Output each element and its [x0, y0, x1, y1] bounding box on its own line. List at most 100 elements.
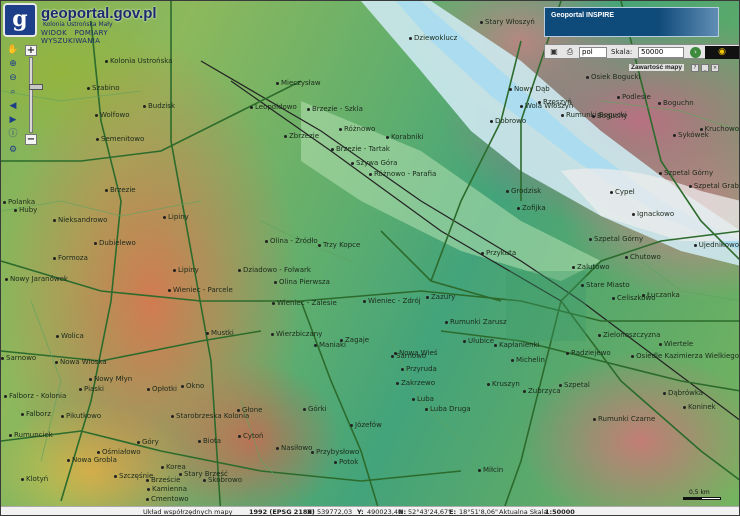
place-label: Różnowo - Parafia	[369, 170, 436, 178]
scale-input[interactable]: 50000	[638, 47, 684, 58]
place-label: Nowy Jaranówek	[5, 275, 68, 283]
place-label: Zagaje	[340, 336, 369, 344]
place-label: Ulubice	[463, 337, 494, 345]
print-icon[interactable]: ⎙	[565, 47, 575, 57]
place-label: Korabniki	[386, 133, 424, 141]
place-label: Falborz	[21, 410, 51, 418]
settings-gear-icon[interactable]: ⚙	[5, 143, 21, 157]
road	[560, 300, 739, 481]
place-label: Semenitowo	[96, 135, 144, 143]
menu-pomiary[interactable]: POMIARY	[75, 29, 108, 37]
place-label: Osiedle Kazimierza Wielkiego	[631, 352, 739, 360]
place-label: Polanka	[3, 198, 35, 206]
urban-area	[506, 271, 586, 341]
zoom-out-icon[interactable]: ⊖	[5, 71, 21, 85]
place-label: Nowa Wieś	[394, 349, 437, 357]
place-label: Dąbrówka	[663, 389, 703, 397]
place-label: Biota	[198, 437, 221, 445]
place-label: Cmentowo	[146, 495, 189, 503]
place-label: Osiek Bogucki	[586, 73, 641, 81]
place-label: Nasiłowo	[276, 444, 312, 452]
banner-decoration	[658, 8, 718, 36]
place-label: Szczęśnie	[114, 472, 153, 480]
place-label: Radziejewo	[566, 349, 611, 357]
place-label: Wieniec - Parcele	[168, 286, 233, 294]
place-label: Górki	[303, 405, 327, 413]
map-content-label[interactable]: Zawartość mapy	[629, 64, 684, 71]
zoom-minus-button[interactable]: −	[25, 134, 37, 145]
n-value: 52°43'24,67"	[408, 508, 452, 516]
place-label: Podlesie	[617, 93, 651, 101]
pan-hand-icon[interactable]: ✋	[5, 43, 21, 57]
back-arrow-icon[interactable]: ◀	[5, 99, 21, 113]
place-label: Szabino	[87, 84, 120, 92]
place-label: Chutowo	[625, 253, 661, 261]
place-label: Brzezie - Szkla	[307, 105, 363, 113]
place-label: Wolfowo	[95, 111, 130, 119]
zoom-window-icon[interactable]: ⌕	[5, 85, 21, 99]
save-icon[interactable]: ▣	[549, 47, 559, 57]
place-label: Zubrzyca	[523, 387, 561, 395]
place-label: Okno	[181, 382, 204, 390]
place-label: Zbrzezie	[284, 132, 319, 140]
place-label: Leopoldowo	[250, 103, 297, 111]
place-label: Huby	[14, 206, 37, 214]
place-label: Nowa Wioska	[55, 358, 107, 366]
place-label: Zofijka	[517, 204, 546, 212]
place-label: Ignackowo	[632, 210, 674, 218]
language-select[interactable]: pol	[579, 47, 607, 58]
map-canvas[interactable]: Kolonia Ustrońska Mieczysław Leopoldowo Brz…	[1, 1, 739, 515]
geoportal-logo[interactable]: g geoportal.gov.pl Kolonia Ustrońska Mał…	[3, 3, 173, 45]
place-label: Sykówek	[673, 131, 709, 139]
place-label: Kruszyn	[487, 380, 520, 388]
menu-wyszukiwania[interactable]: WYSZUKIWANIA	[41, 37, 100, 45]
place-label: Stary Włoszyń	[480, 18, 535, 26]
scale-control: ▣ ⎙ pol Skala: 50000 › ◉	[544, 44, 739, 59]
menu-widok[interactable]: WIDOK	[41, 29, 67, 37]
map-content-panel[interactable]: Zawartość mapy ? _ ×	[629, 63, 719, 74]
place-label: Cytoń	[238, 432, 264, 440]
panel-minimize-icon[interactable]: _	[701, 64, 709, 72]
zoom-track[interactable]	[29, 57, 43, 133]
place-label: Zakrzewo	[396, 379, 435, 387]
map-scale-label: 0,5 km	[689, 489, 710, 496]
place-label: Głone	[237, 406, 262, 414]
current-scale-value: 1:50000	[545, 508, 575, 516]
place-label: Potok	[334, 458, 358, 466]
place-label: Nowy Dąb	[509, 85, 550, 93]
place-label: Rumunki Czarne	[593, 415, 655, 423]
apply-scale-button[interactable]: ›	[690, 47, 701, 58]
brand-name: geoportal.gov.pl	[41, 5, 157, 22]
place-label: Opłotki	[147, 385, 177, 393]
zoom-thumb[interactable]	[29, 84, 43, 90]
inspire-banner[interactable]: Geoportal INSPIRE	[544, 7, 719, 37]
main-menu: WIDOK POMIARY WYSZUKIWANIA	[41, 29, 173, 45]
place-label: Zalutowo	[572, 263, 610, 271]
panel-help-icon[interactable]: ?	[691, 64, 699, 72]
brand-subtitle: Kolonia Ustrońska Mały	[43, 21, 113, 28]
n-label: N:	[398, 508, 407, 516]
place-label: Mustki	[206, 329, 234, 337]
place-label: Kapłanienki	[494, 341, 540, 349]
place-label: Pikutkowo	[61, 412, 101, 420]
place-label: Dziewoklucz	[409, 34, 457, 42]
info-icon[interactable]: ⓘ	[5, 127, 21, 141]
place-label: Przykuta	[481, 249, 516, 257]
place-label: Wola Włoszyń	[520, 102, 573, 110]
place-label: Szpetal Górny	[659, 169, 713, 177]
place-label: Miłcin	[478, 466, 503, 474]
place-label: Przyruda	[401, 365, 437, 373]
panel-close-icon[interactable]: ×	[711, 64, 719, 72]
place-label: Szpetal	[559, 381, 590, 389]
forward-arrow-icon[interactable]: ▶	[5, 113, 21, 127]
zoom-slider[interactable]: + −	[25, 45, 43, 145]
zoom-plus-button[interactable]: +	[25, 45, 37, 56]
x-label: X:	[307, 508, 315, 516]
place-label: Luba Druga	[425, 405, 471, 413]
place-label: Michelin	[511, 356, 545, 364]
eye-icon[interactable]: ◉	[705, 46, 739, 59]
place-label: Wieniec - Zdrój	[363, 297, 421, 305]
zoom-in-icon[interactable]: ⊕	[5, 57, 21, 71]
map-scale-bar: 0,5 km	[683, 489, 723, 503]
place-label: Dubielewo	[94, 239, 136, 247]
